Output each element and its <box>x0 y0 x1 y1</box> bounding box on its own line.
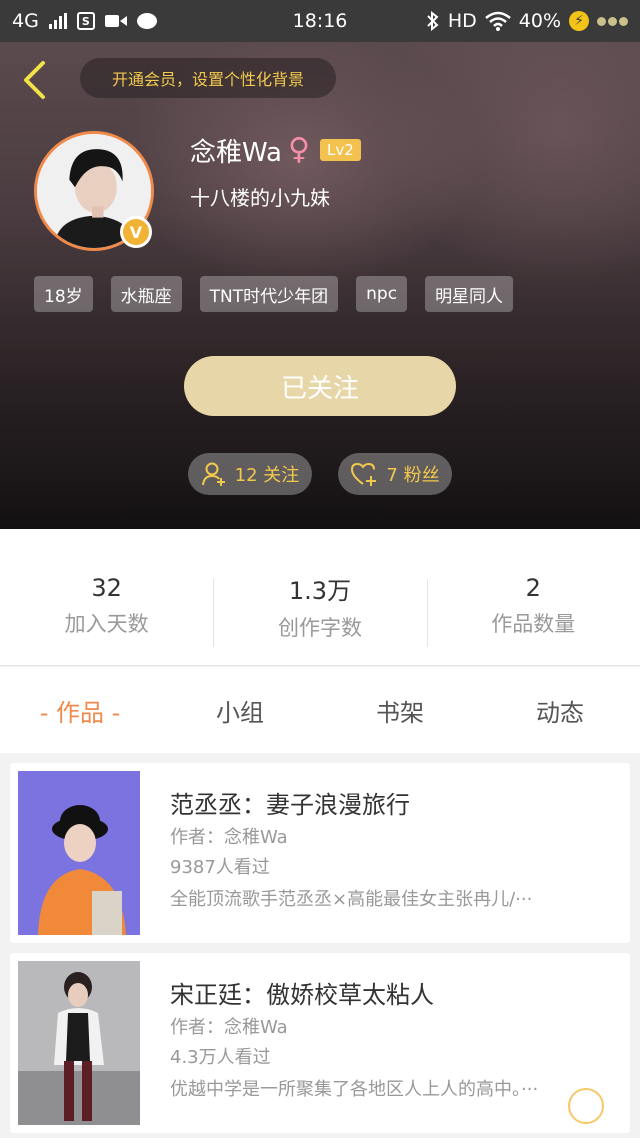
work-views: 9387人看过 <box>170 857 270 878</box>
tab-bookshelf[interactable]: 书架 <box>320 667 480 753</box>
back-arrow-icon <box>24 61 45 99</box>
work-list: 范丞丞：妻子浪漫旅行 作者：念稚Wa 9387人看过 全能顶流歌手范丞丞×高能最… <box>10 763 630 1138</box>
level-badge: Lv2 <box>319 139 361 161</box>
work-cover-image <box>18 961 140 1125</box>
stat-label: 作品数量 <box>491 612 576 636</box>
tag-genre: 明星同人 <box>425 276 514 312</box>
work-description: 优越中学是一所聚集了各地区人上人的高中。··· <box>170 1079 539 1100</box>
status-time: 18:16 <box>292 10 348 32</box>
heart-plus-icon <box>351 462 377 486</box>
bluetooth-icon <box>427 11 439 31</box>
tag-zodiac: 水瓶座 <box>110 276 182 312</box>
message-icon <box>136 13 157 29</box>
battery-percent: 40% <box>518 10 561 32</box>
stat-value: 2 <box>525 574 541 602</box>
follow-button[interactable]: 已关注 <box>184 356 456 416</box>
signature: 十八楼的小九妹 <box>190 186 330 210</box>
tag-age: 18岁 <box>34 276 93 312</box>
member-background-button[interactable]: 开通会员，设置个性化背景 <box>80 58 336 98</box>
stat-works-count: 2 作品数量 <box>426 529 640 665</box>
stat-join-days: 32 加入天数 <box>0 529 213 665</box>
tab-bar: - 作品 - 小组 书架 动态 <box>0 667 640 753</box>
tab-activity[interactable]: 动态 <box>480 667 640 753</box>
work-author: 作者：念稚Wa <box>170 827 288 848</box>
status-left: 4G S <box>12 0 157 42</box>
charging-icon: ⚡ <box>569 11 589 31</box>
notification-dots-icon <box>597 16 628 26</box>
video-icon <box>104 13 127 29</box>
username-row: 念稚Wa ♀ Lv2 <box>190 132 361 168</box>
profile-header: 开通会员，设置个性化背景 V 念稚Wa ♀ Lv2 十八楼的小九妹 18岁 水瓶… <box>0 42 640 529</box>
tag-list: 18岁 水瓶座 TNT时代少年团 npc 明星同人 <box>34 276 514 312</box>
work-views: 4.3万人看过 <box>170 1047 271 1068</box>
tag-npc: npc <box>356 276 408 312</box>
stats-row: 32 加入天数 1.3万 创作字数 2 作品数量 <box>0 529 640 666</box>
stat-value: 1.3万 <box>288 576 352 605</box>
back-button[interactable] <box>16 58 52 102</box>
stat-label: 创作字数 <box>277 615 362 640</box>
female-icon: ♀ <box>287 132 310 167</box>
tab-works[interactable]: - 作品 - <box>0 667 160 753</box>
work-card[interactable]: 宋正廷：傲娇校草太粘人 作者：念稚Wa 4.3万人看过 优越中学是一所聚集了各地… <box>10 953 630 1133</box>
network-type: 4G <box>12 10 39 32</box>
person-plus-icon <box>201 462 225 486</box>
following-button[interactable]: 12 关注 <box>188 453 312 495</box>
work-author: 作者：念稚Wa <box>170 1017 288 1038</box>
work-card[interactable]: 范丞丞：妻子浪漫旅行 作者：念稚Wa 9387人看过 全能顶流歌手范丞丞×高能最… <box>10 763 630 943</box>
tab-groups[interactable]: 小组 <box>160 667 320 753</box>
tag-group: TNT时代少年团 <box>199 276 339 312</box>
fans-count: 7 粉丝 <box>386 465 440 486</box>
fans-button[interactable]: 7 粉丝 <box>338 453 452 495</box>
floating-assist-button[interactable] <box>568 1088 604 1124</box>
following-count: 12 关注 <box>234 465 300 486</box>
status-right: HD 40% ⚡ <box>426 0 628 42</box>
status-bar: 4G S 18:16 HD 40% ⚡ <box>0 0 640 42</box>
work-cover-image <box>18 771 140 935</box>
username: 念稚Wa <box>190 137 282 168</box>
hd-indicator: HD <box>447 10 477 32</box>
work-title: 宋正廷：傲娇校草太粘人 <box>170 981 434 1009</box>
sim-icon: S <box>76 12 95 30</box>
work-title: 范丞丞：妻子浪漫旅行 <box>170 791 410 819</box>
work-description: 全能顶流歌手范丞丞×高能最佳女主张冉儿/··· <box>170 889 533 910</box>
signal-icon <box>48 13 67 29</box>
stat-label: 加入天数 <box>64 612 149 636</box>
stat-word-count: 1.3万 创作字数 <box>213 529 426 665</box>
stat-value: 32 <box>91 574 122 602</box>
verified-badge: V <box>120 216 152 248</box>
wifi-icon <box>484 11 511 31</box>
